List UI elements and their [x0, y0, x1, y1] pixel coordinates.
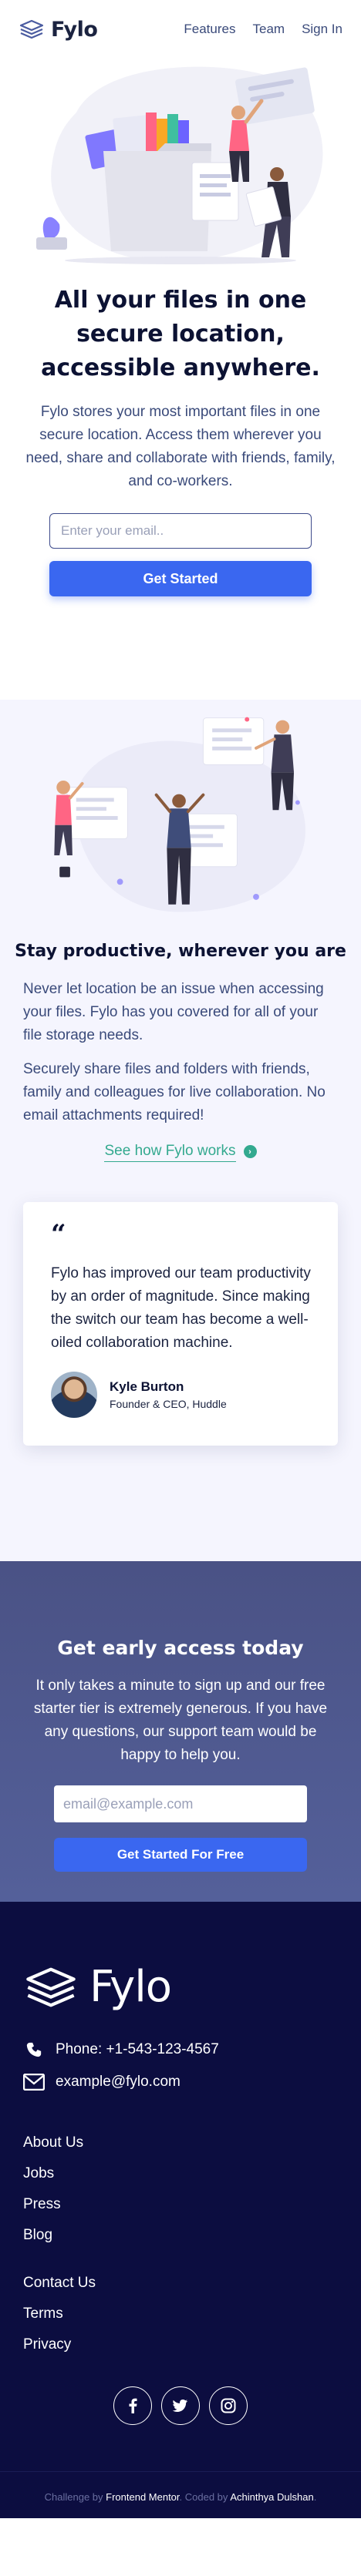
social-links — [23, 2386, 338, 2425]
attribution: Challenge by Frontend Mentor. Coded by A… — [0, 2491, 361, 2503]
author-name: Kyle Burton — [110, 1379, 184, 1394]
email-text[interactable]: example@fylo.com — [56, 2074, 180, 2091]
footer-phone: Phone: +1-543-123-4567 — [23, 2041, 338, 2058]
coder-link[interactable]: Achinthya Dulshan — [230, 2491, 313, 2503]
productive-paragraph-1: Never let location be an issue when acce… — [23, 981, 324, 1043]
main-nav: Features Team Sign In — [184, 22, 342, 37]
footer-link-press[interactable]: Press — [23, 2189, 338, 2220]
early-access-text: It only takes a minute to sign up and ou… — [33, 1678, 328, 1763]
fylo-logo-icon — [26, 1967, 76, 2007]
fylo-logo-icon — [19, 19, 44, 39]
productive-paragraph-2: Securely share files and folders with fr… — [23, 1061, 326, 1123]
nav-team[interactable]: Team — [252, 22, 285, 37]
phone-text: Phone: +1-543-123-4567 — [56, 2041, 219, 2057]
site-footer: Fylo Phone: +1-543-123-4567 example@fylo… — [0, 1902, 361, 2518]
nav-features[interactable]: Features — [184, 22, 235, 37]
footer-link-blog[interactable]: Blog — [23, 2220, 338, 2251]
facebook-icon[interactable] — [113, 2386, 152, 2425]
hero-section: All your files in one secure location, a… — [0, 59, 361, 700]
author-role: Founder & CEO, Huddle — [110, 1398, 227, 1410]
site-header: Fylo Features Team Sign In — [0, 0, 361, 59]
see-how-link-row: See how Fylo works › — [0, 1141, 361, 1162]
footer-link-jobs[interactable]: Jobs — [23, 2158, 338, 2189]
nav-sign-in[interactable]: Sign In — [302, 22, 342, 37]
footer-link-privacy[interactable]: Privacy — [23, 2329, 338, 2360]
see-how-fylo-works-link[interactable]: See how Fylo works — [104, 1141, 236, 1162]
footer-link-about-us[interactable]: About Us — [23, 2128, 338, 2158]
avatar — [51, 1372, 97, 1418]
footer-logo[interactable]: Fylo — [23, 1962, 338, 2012]
get-started-button[interactable]: Get Started — [49, 561, 312, 596]
hero-email-input[interactable] — [49, 513, 312, 549]
hero-title: All your files in one secure location, a… — [41, 287, 320, 381]
twitter-icon[interactable] — [161, 2386, 200, 2425]
attribution-middle: . Coded by — [179, 2491, 231, 2503]
attribution-suffix: . — [313, 2491, 317, 2503]
quote-icon: “ — [51, 1219, 66, 1250]
arrow-right-icon[interactable]: › — [243, 1145, 257, 1158]
footer-logo-text: Fylo — [89, 1962, 172, 2012]
footer-links-group-1: About Us Jobs Press Blog — [23, 2128, 338, 2251]
hero-signup-form: Get Started — [0, 513, 361, 596]
early-access-email-input[interactable] — [54, 1785, 307, 1822]
early-access-title: Get early access today — [57, 1637, 304, 1659]
footer-divider — [0, 2471, 361, 2472]
hero-description: Fylo stores your most important files in… — [25, 404, 336, 489]
attribution-prefix: Challenge by — [44, 2491, 106, 2503]
early-access-form: Get Started For Free — [0, 1785, 361, 1872]
email-icon — [23, 2074, 45, 2091]
footer-link-terms[interactable]: Terms — [23, 2299, 338, 2329]
footer-link-contact-us[interactable]: Contact Us — [23, 2268, 338, 2299]
logo-text: Fylo — [51, 17, 98, 42]
early-access-section: Get early access today It only takes a m… — [0, 1561, 361, 1902]
testimonial-author: Kyle Burton Founder & CEO, Huddle — [51, 1372, 316, 1418]
get-started-for-free-button[interactable]: Get Started For Free — [54, 1838, 307, 1872]
footer-email: example@fylo.com — [23, 2074, 338, 2091]
productive-section: Stay productive, wherever you are Never … — [0, 700, 361, 1561]
productive-illustration — [54, 717, 305, 912]
productive-title: Stay productive, wherever you are — [15, 942, 346, 961]
testimonial-card: “ Fylo has improved our team productivit… — [23, 1202, 338, 1446]
phone-icon — [23, 2041, 45, 2058]
frontend-mentor-link[interactable]: Frontend Mentor — [106, 2491, 179, 2503]
footer-links-group-2: Contact Us Terms Privacy — [23, 2268, 338, 2360]
testimonial-text: Fylo has improved our team productivity … — [51, 1265, 311, 1351]
logo[interactable]: Fylo — [19, 17, 98, 42]
hero-illustration — [36, 66, 323, 264]
instagram-icon[interactable] — [209, 2386, 248, 2425]
